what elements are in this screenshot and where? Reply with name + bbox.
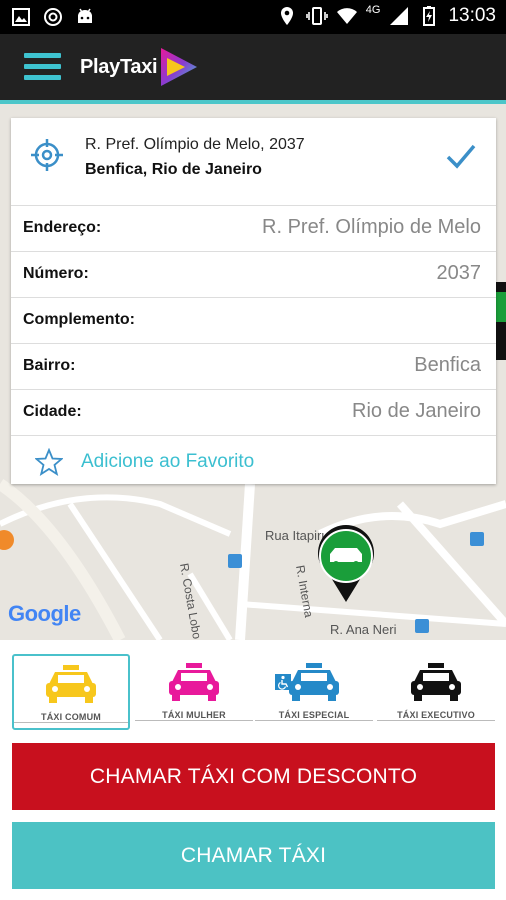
image-icon (10, 7, 32, 27)
yellow-taxi-icon (46, 665, 96, 703)
field-label: Bairro: (23, 357, 76, 374)
blue-taxi-icon (289, 663, 339, 701)
star-icon (35, 448, 63, 476)
taxi-especial-label: TÁXI ESPECIAL (255, 710, 373, 721)
city-row[interactable]: Cidade: Rio de Janeiro (11, 390, 496, 436)
taxi-especial-option[interactable]: TÁXI ESPECIAL (255, 654, 373, 730)
app-bar: PlayTaxi (0, 34, 506, 100)
call-taxi-button[interactable]: CHAMAR TÁXI (12, 822, 495, 889)
hamburger-menu-icon[interactable] (24, 53, 61, 81)
wifi-icon (336, 6, 358, 26)
checkmark-icon[interactable] (445, 142, 477, 170)
address-summary: R. Pref. Olímpio de Melo, 2037 Benfica, … (11, 118, 496, 206)
android-icon (74, 7, 96, 27)
battery-icon (418, 6, 440, 26)
number-row[interactable]: Número: 2037 (11, 252, 496, 298)
address-row[interactable]: Endereço: R. Pref. Olímpio de Melo (11, 206, 496, 252)
black-taxi-icon (411, 663, 461, 701)
add-favorite-button[interactable]: Adicione ao Favorito (11, 440, 496, 484)
complement-row[interactable]: Complemento: (11, 298, 496, 344)
address-line-1: R. Pref. Olímpio de Melo, 2037 (85, 136, 305, 153)
field-label: Complemento: (23, 311, 135, 328)
city-field[interactable]: Rio de Janeiro (352, 400, 481, 423)
address-card: R. Pref. Olímpio de Melo, 2037 Benfica, … (11, 118, 496, 484)
field-label: Endereço: (23, 219, 102, 236)
network-type: 4G (365, 4, 381, 16)
app-title: PlayTaxi (80, 56, 158, 78)
add-favorite-label: Adicione ao Favorito (81, 451, 255, 472)
field-label: Número: (23, 265, 89, 282)
map-label-rua-itapiru: Rua Itapiru (265, 528, 329, 543)
location-icon (276, 6, 298, 26)
taxi-executivo-option[interactable]: TÁXI EXECUTIVO (377, 654, 495, 730)
call-taxi-discount-button[interactable]: CHAMAR TÁXI COM DESCONTO (12, 743, 495, 810)
taxi-mulher-label: TÁXI MULHER (135, 710, 253, 721)
field-label: Cidade: (23, 403, 82, 420)
clock: 13:03 (448, 5, 496, 26)
google-logo: Google (8, 601, 81, 626)
crosshair-icon[interactable] (30, 138, 64, 172)
taxi-comum-label: TÁXI COMUM (14, 712, 128, 723)
taxi-mulher-option[interactable]: TÁXI MULHER (135, 654, 253, 730)
map-label-ana-neri: R. Ana Neri (330, 622, 397, 637)
taxi-executivo-label: TÁXI EXECUTIVO (377, 710, 495, 721)
address-line-2: Benfica, Rio de Janeiro (85, 161, 262, 178)
pink-taxi-icon (169, 663, 219, 701)
status-bar: 4G 13:03 (0, 0, 506, 34)
neighborhood-field[interactable]: Benfica (414, 354, 481, 377)
play-logo-icon (161, 48, 197, 86)
vibrate-icon (305, 6, 328, 26)
neighborhood-row[interactable]: Bairro: Benfica (11, 344, 496, 390)
whatsapp-icon (42, 7, 64, 27)
number-field[interactable]: 2037 (437, 262, 482, 285)
street-field[interactable]: R. Pref. Olímpio de Melo (262, 216, 481, 239)
taxi-comum-option[interactable]: TÁXI COMUM (12, 654, 130, 730)
signal-icon (388, 6, 410, 26)
